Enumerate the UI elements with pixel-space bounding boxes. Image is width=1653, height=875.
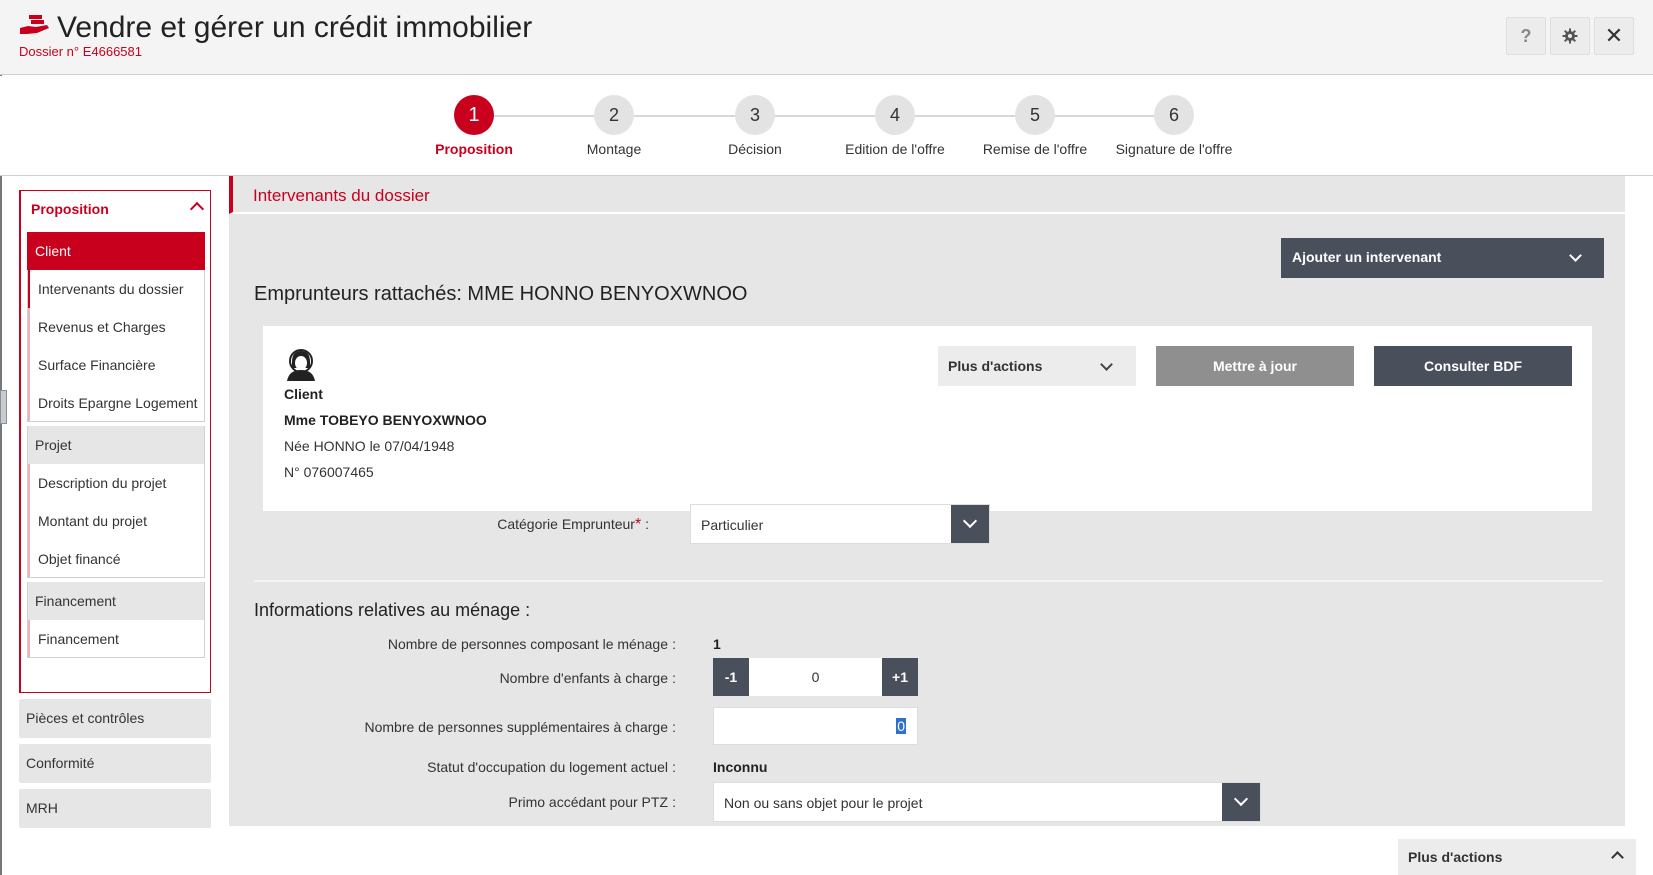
- help-icon: ?: [1520, 25, 1532, 46]
- help-button[interactable]: ?: [1506, 17, 1546, 55]
- app-header: Vendre et gérer un crédit immobilier Dos…: [0, 0, 1653, 75]
- sidebar-item-surface[interactable]: Surface Financière: [27, 346, 205, 384]
- app-title: Vendre et gérer un crédit immobilier: [57, 11, 533, 44]
- gear-icon: [1562, 28, 1578, 44]
- woman-avatar-icon: [287, 349, 315, 381]
- step-label: Montage: [586, 141, 642, 157]
- close-button[interactable]: ✕: [1594, 17, 1634, 55]
- section-header: Intervenants du dossier: [229, 176, 1625, 214]
- step-label: Signature de l'offre: [1115, 141, 1233, 157]
- nb-enfants-value[interactable]: 0: [749, 658, 882, 696]
- required-marker: *: [634, 516, 642, 533]
- sidebar-item-financement-group[interactable]: Financement: [27, 582, 205, 620]
- colon: :: [672, 636, 676, 652]
- increment-button[interactable]: +1: [882, 658, 918, 696]
- section-title: Intervenants du dossier: [253, 186, 430, 205]
- categorie-value: Particulier: [701, 517, 764, 533]
- stepper-line: [476, 115, 1166, 117]
- add-intervenant-button[interactable]: Ajouter un intervenant: [1281, 238, 1604, 278]
- step-number: 5: [1015, 95, 1055, 135]
- step-label: Remise de l'offre: [982, 141, 1088, 157]
- sidebar-item-conformite[interactable]: Conformité: [19, 744, 211, 783]
- statut-label: Statut d'occupation du logement actuel: [427, 759, 668, 775]
- primo-value: Non ou sans objet pour le projet: [724, 795, 923, 811]
- menage-title: Informations relatives au ménage :: [254, 600, 531, 620]
- label-text: Nombre de personnes supplémentaires à ch…: [364, 719, 668, 735]
- process-stepper: 1 Proposition 2 Montage 3 Décision 4 Edi…: [0, 76, 1653, 176]
- add-intervenant-label: Ajouter un intervenant: [1292, 249, 1442, 265]
- sidebar-group-header[interactable]: Proposition: [21, 191, 210, 226]
- colon: :: [645, 516, 649, 532]
- sidebar-item-objet-finance[interactable]: Objet financé: [27, 540, 205, 578]
- step-number: 1: [454, 95, 494, 135]
- step-number: 2: [594, 95, 634, 135]
- more-actions-label: Plus d'actions: [948, 358, 1043, 374]
- label-text: Nombre d'enfants à charge: [499, 670, 668, 686]
- label-text: Nombre de personnes composant le ménage: [387, 636, 668, 652]
- chevron-up-icon: [189, 201, 205, 217]
- borrower-card: Client Mme TOBEYO BENYOXWNOO Née HONNO l…: [263, 326, 1592, 511]
- dossier-number: Dossier n° E4666581: [19, 44, 142, 59]
- colon: :: [672, 794, 676, 810]
- nb-enfants-label: Nombre d'enfants à charge: [500, 670, 668, 686]
- chevron-down-icon: [1222, 783, 1260, 821]
- sidebar-item-intervenants[interactable]: Intervenants du dossier: [27, 270, 205, 308]
- sidebar-item-mrh[interactable]: MRH: [19, 789, 211, 828]
- main-panel: Intervenants du dossier Ajouter un inter…: [229, 176, 1625, 826]
- borrowers-title: Emprunteurs rattachés: MME HONNO BENYOXW…: [254, 283, 748, 305]
- chevron-up-icon: [1611, 851, 1624, 864]
- label-text: Statut d'occupation du logement actuel: [427, 759, 668, 775]
- borrower-birth: Née HONNO le 07/04/1948: [284, 438, 455, 454]
- step-number: 3: [735, 95, 775, 135]
- step-label: Edition de l'offre: [845, 141, 945, 157]
- categorie-select[interactable]: Particulier: [690, 504, 990, 544]
- categorie-label-text: Catégorie Emprunteur: [497, 516, 635, 532]
- settings-button[interactable]: [1550, 17, 1590, 55]
- borrower-number: N° 076007465: [284, 464, 374, 480]
- window-resize-handle[interactable]: [0, 390, 7, 424]
- step-number: 4: [875, 95, 915, 135]
- sidebar-item-description-projet[interactable]: Description du projet: [27, 464, 205, 502]
- card-more-actions-button[interactable]: Plus d'actions: [938, 346, 1136, 386]
- sidebar-group-proposition: Proposition Client Intervenants du dossi…: [19, 190, 211, 693]
- nb-enfants-stepper: -1 0 +1: [713, 658, 918, 696]
- nb-personnes-value: 1: [713, 636, 721, 652]
- colon: :: [672, 759, 676, 775]
- nb-supp-label: Nombre de personnes supplémentaires à ch…: [364, 719, 668, 735]
- step-label: Proposition: [435, 141, 513, 157]
- footer-more-actions-button[interactable]: Plus d'actions: [1398, 839, 1636, 875]
- primo-select[interactable]: Non ou sans objet pour le projet: [713, 782, 1261, 822]
- chevron-down-icon: [1100, 358, 1113, 371]
- colon: :: [672, 719, 676, 735]
- step-label: Décision: [728, 141, 782, 157]
- credit-hand-icon: [20, 15, 49, 34]
- colon: :: [672, 670, 676, 686]
- sidebar-item-projet[interactable]: Projet: [27, 426, 205, 464]
- step-number: 6: [1154, 95, 1194, 135]
- sidebar-item-financement[interactable]: Financement: [27, 620, 205, 658]
- decrement-button[interactable]: -1: [713, 658, 749, 696]
- sidebar-item-client[interactable]: Client: [27, 232, 205, 270]
- statut-value: Inconnu: [713, 759, 768, 775]
- sidebar-item-droits-epargne[interactable]: Droits Epargne Logement: [27, 384, 205, 422]
- sidebar-group-title: Proposition: [31, 201, 109, 217]
- primo-label: Primo accédant pour PTZ: [508, 794, 668, 810]
- consult-bdf-button[interactable]: Consulter BDF: [1374, 346, 1572, 386]
- borrower-role: Client: [284, 386, 323, 402]
- chevron-down-icon: [951, 505, 989, 543]
- sidebar-item-revenus[interactable]: Revenus et Charges: [27, 308, 205, 346]
- nb-personnes-label: Nombre de personnes composant le ménage: [388, 636, 668, 652]
- nb-supp-input[interactable]: 0: [713, 707, 918, 745]
- label-text: Primo accédant pour PTZ: [508, 794, 668, 810]
- close-icon: ✕: [1604, 23, 1624, 48]
- section-divider: [254, 580, 1603, 582]
- footer-more-actions-label: Plus d'actions: [1408, 849, 1503, 865]
- categorie-label: Catégorie Emprunteur* :: [497, 516, 649, 534]
- update-button[interactable]: Mettre à jour: [1156, 346, 1354, 386]
- chevron-down-icon: [1569, 249, 1582, 262]
- borrower-name: Mme TOBEYO BENYOXWNOO: [284, 412, 487, 428]
- sidebar-item-montant-projet[interactable]: Montant du projet: [27, 502, 205, 540]
- sidebar-item-pieces-controles[interactable]: Pièces et contrôles: [19, 699, 211, 738]
- nb-supp-value: 0: [896, 718, 906, 734]
